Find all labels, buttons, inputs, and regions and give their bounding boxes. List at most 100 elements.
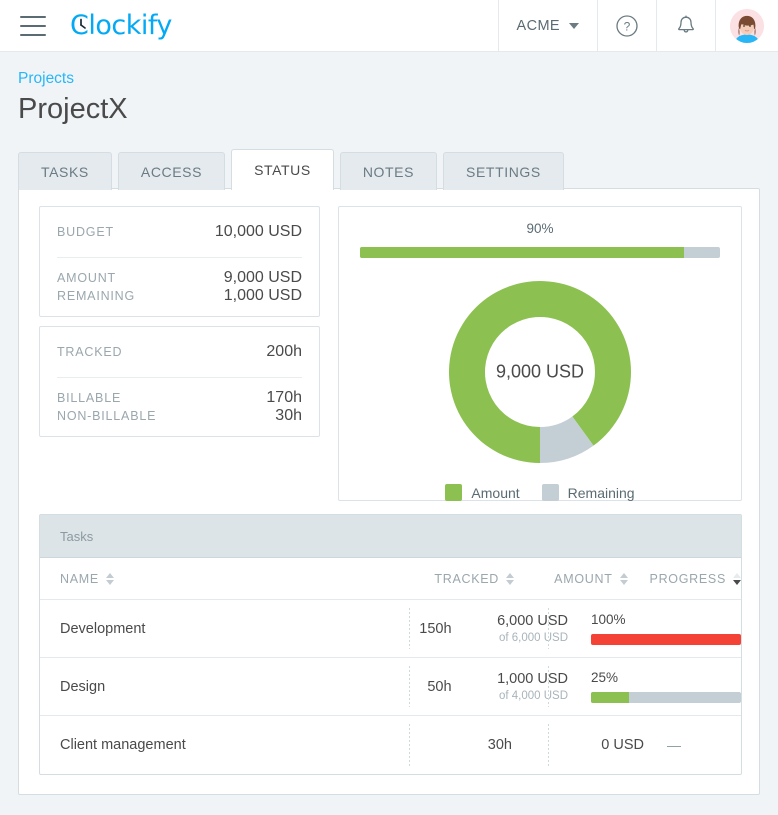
help-button[interactable]: ? <box>598 0 656 52</box>
clockify-project-status-page: Clockify ACME ? Projects ProjectX TASKS … <box>0 0 778 815</box>
help-circle-icon: ? <box>616 14 638 37</box>
remaining-row: REMAINING 1,000 USD <box>40 287 319 316</box>
nonbillable-value: 30h <box>275 407 302 424</box>
topbar-right-controls: ACME ? <box>497 0 778 52</box>
tab-notes[interactable]: NOTES <box>339 152 438 190</box>
tab-access[interactable]: ACCESS <box>117 152 226 190</box>
breadcrumb-projects-link[interactable]: Projects <box>18 70 74 88</box>
chart-legend: Amount Remaining <box>339 484 741 501</box>
progress-percent-label: 25% <box>591 670 619 685</box>
hamburger-menu-icon[interactable] <box>20 15 46 36</box>
sort-toggle-tracked[interactable] <box>506 572 515 585</box>
workspace-selector[interactable]: ACME <box>499 18 598 34</box>
column-label-progress: PROGRESS <box>649 571 726 586</box>
cell-amount-value: 6,000 USD <box>497 613 568 629</box>
status-content-card: BUDGET 10,000 USD AMOUNT 9,000 USD REMAI… <box>18 188 760 795</box>
budget-percent-label: 90% <box>526 221 554 236</box>
progress-bar <box>591 634 741 645</box>
avatar-illustration-icon <box>730 8 764 43</box>
table-row[interactable]: Design 50h 1,000 USD of 4,000 USD 25% <box>40 658 741 716</box>
tab-tasks[interactable]: TASKS <box>18 152 112 190</box>
budget-row: BUDGET 10,000 USD <box>40 207 319 257</box>
table-row[interactable]: Client management 30h 0 USD — <box>40 716 741 774</box>
tasks-table: Tasks NAME TRACKED AMOUNT PROGRESS Devel… <box>39 514 742 775</box>
sort-toggle-amount[interactable] <box>619 572 628 585</box>
column-divider <box>548 608 549 649</box>
budget-donut-chart: 9,000 USD <box>449 281 631 463</box>
budget-chart-panel: 90% 9,000 USD Amount Remaining <box>338 206 742 501</box>
progress-empty-label: — <box>667 737 681 753</box>
progress-bar-fill <box>591 634 741 645</box>
tab-settings[interactable]: SETTINGS <box>443 152 564 190</box>
tracked-row: TRACKED 200h <box>40 327 319 377</box>
column-label-tracked: TRACKED <box>434 571 500 586</box>
progress-bar <box>591 692 741 703</box>
cell-amount: 0 USD <box>528 716 645 774</box>
cell-progress: 25% <box>569 658 741 715</box>
cell-amount-budget: of 4,000 USD <box>498 690 568 702</box>
column-label-amount: AMOUNT <box>554 571 613 586</box>
notifications-button[interactable] <box>657 0 715 52</box>
budget-progress-fill <box>360 247 684 258</box>
avatar <box>730 8 764 43</box>
column-divider <box>409 608 410 649</box>
cell-tracked: 50h <box>427 678 452 695</box>
column-header-tracked[interactable]: TRACKED <box>375 571 515 586</box>
legend-label-amount: Amount <box>471 484 520 501</box>
amount-label: AMOUNT <box>57 271 116 285</box>
sort-toggle-progress[interactable] <box>733 572 741 585</box>
column-divider <box>409 666 410 707</box>
chevron-down-icon <box>569 22 579 29</box>
amount-value: 9,000 USD <box>223 269 302 286</box>
column-header-name[interactable]: NAME <box>40 572 375 586</box>
column-divider <box>548 666 549 707</box>
billable-row: BILLABLE 170h <box>40 378 319 407</box>
tasks-section-title: Tasks <box>60 528 94 544</box>
cell-tracked: 30h <box>487 737 512 753</box>
tracked-value: 200h <box>266 343 302 360</box>
tracked-label: TRACKED <box>57 345 123 359</box>
column-header-amount[interactable]: AMOUNT <box>514 572 628 586</box>
cell-tracked: 150h <box>419 620 452 637</box>
column-label-name: NAME <box>60 571 99 586</box>
summary-panels: BUDGET 10,000 USD AMOUNT 9,000 USD REMAI… <box>39 206 320 437</box>
table-column-headers: NAME TRACKED AMOUNT PROGRESS <box>40 558 741 600</box>
cell-task-name: Client management <box>60 737 186 753</box>
progress-bar-fill <box>591 692 629 703</box>
cell-amount-budget: of 6,000 USD <box>498 632 568 644</box>
cell-task-name: Design <box>60 678 106 695</box>
billable-value: 170h <box>266 389 302 406</box>
tasks-section-header: Tasks <box>40 515 741 558</box>
time-panel: TRACKED 200h BILLABLE 170h NON-BILLABLE … <box>39 326 320 437</box>
legend-item-amount: Amount <box>445 484 520 501</box>
column-header-progress[interactable]: PROGRESS <box>628 572 741 586</box>
budget-value: 10,000 USD <box>214 223 302 240</box>
remaining-value: 1,000 USD <box>223 287 302 304</box>
user-menu-button[interactable] <box>716 0 778 52</box>
svg-text:?: ? <box>624 19 631 33</box>
amount-row: AMOUNT 9,000 USD <box>40 258 319 287</box>
cell-progress: — <box>645 716 741 774</box>
nonbillable-row: NON-BILLABLE 30h <box>40 407 319 436</box>
legend-item-remaining: Remaining <box>541 484 635 501</box>
table-row[interactable]: Development 150h 6,000 USD of 6,000 USD 100% <box>40 600 741 658</box>
cell-amount: 1,000 USD of 4,000 USD <box>468 658 569 715</box>
budget-label: BUDGET <box>57 225 114 239</box>
clock-hand-icon <box>80 18 86 29</box>
cell-amount-value: 0 USD <box>601 737 644 753</box>
cell-amount-value: 1,000 USD <box>497 671 568 687</box>
legend-swatch-remaining <box>541 484 559 501</box>
sort-toggle-name[interactable] <box>105 572 114 585</box>
project-tabs: TASKS ACCESS STATUS NOTES SETTINGS <box>18 149 564 191</box>
legend-swatch-amount <box>445 484 463 501</box>
cell-amount: 6,000 USD of 6,000 USD <box>468 600 569 657</box>
bell-icon <box>678 15 694 33</box>
page-title: ProjectX <box>18 93 128 125</box>
billable-label: BILLABLE <box>57 391 122 405</box>
tab-status[interactable]: STATUS <box>231 149 334 191</box>
budget-panel: BUDGET 10,000 USD AMOUNT 9,000 USD REMAI… <box>39 206 320 317</box>
nonbillable-label: NON-BILLABLE <box>57 409 157 423</box>
clockify-logo[interactable]: Clockify <box>70 10 172 41</box>
workspace-name: ACME <box>516 17 560 34</box>
budget-progress-bar <box>360 247 720 258</box>
